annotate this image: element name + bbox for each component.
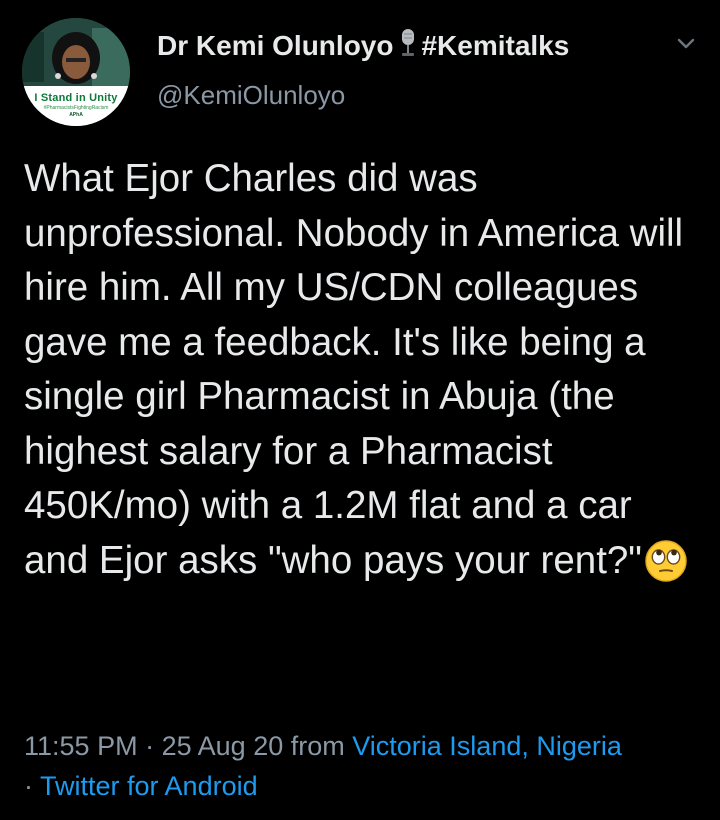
tweet-location-link[interactable]: Victoria Island, Nigeria xyxy=(352,731,622,761)
avatar[interactable]: I Stand in Unity #PharmacistsFightingRac… xyxy=(22,18,130,126)
user-handle[interactable]: @KemiOlunloyo xyxy=(157,80,345,111)
studio-microphone-icon xyxy=(399,28,417,65)
tweet-date[interactable]: 25 Aug 20 xyxy=(162,731,284,761)
avatar-badge-logo: APhA xyxy=(69,112,83,118)
avatar-badge-subtext: #PharmacistsFightingRacism xyxy=(43,105,109,111)
tweet-text-content: What Ejor Charles did was unprofessional… xyxy=(24,157,694,582)
meta-separator: · xyxy=(145,731,155,761)
display-name-text: Dr Kemi Olunloyo xyxy=(157,30,394,61)
face-with-rolling-eyes-icon xyxy=(644,539,688,599)
chevron-down-icon[interactable] xyxy=(674,34,698,54)
display-name-hashtag: #Kemitalks xyxy=(421,30,570,61)
from-label: from xyxy=(290,731,345,761)
meta-separator-2: · xyxy=(24,771,33,801)
tweet: I Stand in Unity #PharmacistsFightingRac… xyxy=(0,0,720,820)
tweet-text: What Ejor Charles did was unprofessional… xyxy=(24,152,704,598)
avatar-badge-text: I Stand in Unity xyxy=(34,92,118,104)
tweet-time[interactable]: 11:55 PM xyxy=(24,731,138,761)
tweet-meta: 11:55 PM · 25 Aug 20 from Victoria Islan… xyxy=(24,726,704,806)
avatar-badge: I Stand in Unity #PharmacistsFightingRac… xyxy=(22,86,130,126)
tweet-client-link[interactable]: Twitter for Android xyxy=(40,771,258,801)
display-name[interactable]: Dr Kemi Olunloyo #Kemitalks xyxy=(157,28,569,65)
